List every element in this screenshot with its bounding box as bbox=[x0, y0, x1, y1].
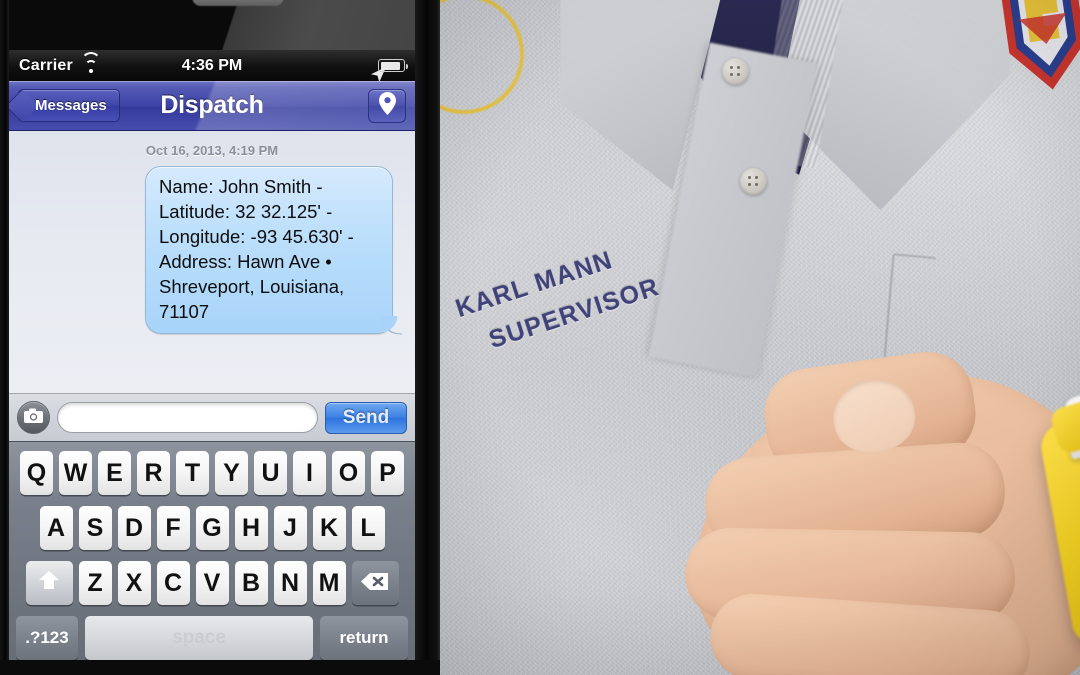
shirt-button-bottom bbox=[740, 168, 767, 195]
message-row: Name: John Smith - Latitude: 32 32.125' … bbox=[9, 166, 415, 335]
send-button[interactable]: Send bbox=[325, 401, 407, 434]
photo-panel: KARL MANN SUPERVISOR bbox=[440, 0, 1080, 675]
phone-screen: Carrier 4:36 PM Messages Dispatch Oct 16… bbox=[9, 50, 415, 662]
message-timestamp: Oct 16, 2013, 4:19 PM bbox=[145, 143, 279, 158]
hand bbox=[615, 330, 1080, 675]
key-b[interactable]: B bbox=[234, 561, 268, 605]
space-key[interactable]: space bbox=[85, 616, 313, 660]
navigation-bar: Messages Dispatch bbox=[9, 81, 415, 131]
message-input-bar: Send bbox=[9, 393, 415, 441]
phone-top-bezel bbox=[0, 0, 440, 52]
shift-arrow-icon bbox=[38, 569, 60, 598]
status-bar: Carrier 4:36 PM bbox=[9, 50, 415, 82]
key-d[interactable]: D bbox=[117, 506, 151, 550]
map-pin-icon bbox=[378, 91, 396, 120]
back-button-label: Messages bbox=[35, 97, 107, 114]
key-v[interactable]: V bbox=[195, 561, 229, 605]
conversation-area[interactable]: Oct 16, 2013, 4:19 PM Name: John Smith -… bbox=[9, 131, 415, 393]
key-n[interactable]: N bbox=[273, 561, 307, 605]
key-s[interactable]: S bbox=[78, 506, 112, 550]
key-m[interactable]: M bbox=[312, 561, 346, 605]
shift-key[interactable] bbox=[25, 561, 73, 605]
earpiece-speaker-icon bbox=[192, 0, 284, 6]
camera-button[interactable] bbox=[17, 401, 50, 434]
key-g[interactable]: G bbox=[195, 506, 229, 550]
key-q[interactable]: Q bbox=[20, 451, 53, 495]
key-f[interactable]: F bbox=[156, 506, 190, 550]
send-button-label: Send bbox=[342, 406, 390, 428]
numeric-key[interactable]: .?123 bbox=[16, 616, 78, 660]
key-w[interactable]: W bbox=[59, 451, 92, 495]
phone-device: Carrier 4:36 PM Messages Dispatch Oct 16… bbox=[0, 0, 440, 675]
phone-right-bezel bbox=[415, 0, 440, 675]
message-bubble[interactable]: Name: John Smith - Latitude: 32 32.125' … bbox=[145, 166, 403, 335]
key-h[interactable]: H bbox=[234, 506, 268, 550]
backspace-key[interactable] bbox=[351, 561, 399, 605]
map-pin-button[interactable] bbox=[368, 88, 406, 123]
key-t[interactable]: T bbox=[176, 451, 209, 495]
yellow-cased-phone bbox=[1037, 331, 1080, 658]
key-u[interactable]: U bbox=[254, 451, 287, 495]
phone-bottom-bezel bbox=[0, 660, 440, 675]
keyboard-row-1: Q W E R T Y U I O P bbox=[12, 451, 412, 495]
backspace-icon bbox=[361, 569, 389, 598]
shirt-button-top bbox=[722, 58, 749, 85]
key-i[interactable]: I bbox=[293, 451, 326, 495]
camera-icon bbox=[24, 408, 43, 428]
message-input[interactable] bbox=[57, 402, 318, 433]
key-k[interactable]: K bbox=[312, 506, 346, 550]
key-y[interactable]: Y bbox=[215, 451, 248, 495]
on-screen-keyboard: Q W E R T Y U I O P A S D F G H J K L Z … bbox=[9, 441, 415, 662]
screenshot-root: Carrier 4:36 PM Messages Dispatch Oct 16… bbox=[0, 0, 1080, 675]
status-right-group bbox=[370, 59, 408, 82]
key-l[interactable]: L bbox=[351, 506, 385, 550]
status-time: 4:36 PM bbox=[181, 56, 243, 74]
keyboard-row-4: .?123 space return bbox=[12, 616, 412, 660]
keyboard-row-3: Z X C V B N M bbox=[12, 561, 412, 605]
key-c[interactable]: C bbox=[156, 561, 190, 605]
key-e[interactable]: E bbox=[98, 451, 131, 495]
bubble-tail-icon bbox=[385, 319, 403, 335]
key-z[interactable]: Z bbox=[78, 561, 112, 605]
key-j[interactable]: J bbox=[273, 506, 307, 550]
keyboard-row-2: A S D F G H J K L bbox=[12, 506, 412, 550]
return-key[interactable]: return bbox=[320, 616, 408, 660]
message-text: Name: John Smith - Latitude: 32 32.125' … bbox=[159, 176, 354, 322]
battery-icon bbox=[378, 59, 408, 72]
back-button-messages[interactable]: Messages bbox=[18, 89, 120, 122]
phone-left-bezel bbox=[0, 0, 9, 675]
key-x[interactable]: X bbox=[117, 561, 151, 605]
shoulder-patch-icon bbox=[993, 0, 1080, 102]
key-a[interactable]: A bbox=[39, 506, 73, 550]
key-o[interactable]: O bbox=[332, 451, 365, 495]
key-p[interactable]: P bbox=[371, 451, 404, 495]
key-r[interactable]: R bbox=[137, 451, 170, 495]
